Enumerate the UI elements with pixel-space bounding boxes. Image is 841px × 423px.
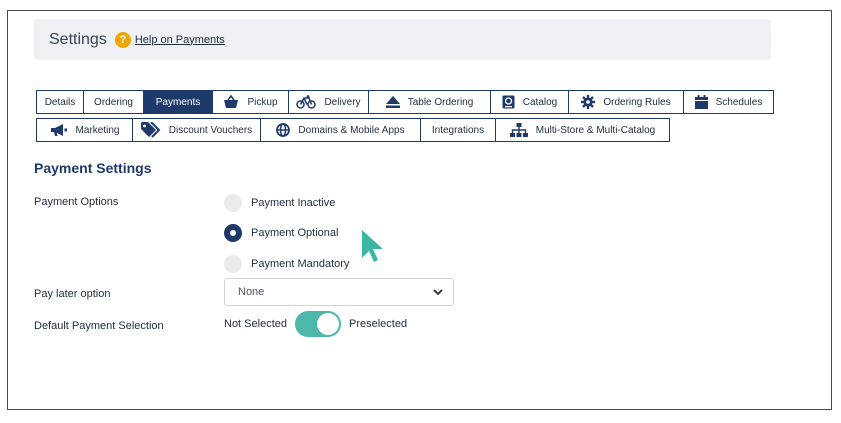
pay-later-select[interactable]: None: [224, 278, 454, 306]
tab-multi-store-multi-catalog[interactable]: Multi-Store & Multi-Catalog: [495, 118, 670, 142]
pay-later-label: Pay later option: [34, 288, 111, 300]
tab-ordering-rules[interactable]: Ordering Rules: [568, 90, 684, 114]
default-selection-label: Default Payment Selection: [34, 320, 164, 332]
tags-icon: [140, 122, 161, 138]
basket-icon: [224, 95, 239, 108]
tabs-row-2: Marketing Discount Vouchers Domains & Mo…: [36, 118, 670, 142]
tab-integrations[interactable]: Integrations: [420, 118, 496, 142]
preselected-toggle[interactable]: [294, 311, 341, 337]
section-title: Payment Settings: [34, 160, 152, 176]
tab-details[interactable]: Details: [36, 90, 84, 114]
help-icon[interactable]: ?: [114, 31, 131, 48]
mouse-cursor-icon: [362, 230, 383, 262]
tab-catalog[interactable]: Catalog: [490, 90, 569, 114]
default-selection-toggle-row: Not Selected Preselected: [224, 311, 407, 337]
tab-label: Details: [44, 96, 76, 108]
cog-icon: [581, 95, 596, 109]
tab-label: Delivery: [324, 96, 361, 108]
tabs-row-1: Details Ordering Payments Pickup Deliver…: [36, 90, 774, 114]
help-link[interactable]: Help on Payments: [135, 34, 225, 46]
radio-label: Payment Optional: [251, 227, 339, 239]
tab-label: Domains & Mobile Apps: [298, 124, 405, 136]
radio-payment-mandatory[interactable]: Payment Mandatory: [224, 255, 349, 273]
globe-icon: [276, 123, 291, 137]
tab-pickup[interactable]: Pickup: [212, 90, 289, 114]
select-value: None: [238, 286, 265, 298]
page-title: Settings: [49, 30, 107, 48]
chevron-down-icon: [433, 289, 443, 296]
tab-table-ordering[interactable]: Table Ordering: [368, 90, 491, 114]
catalog-icon: [502, 95, 515, 109]
tab-label: Pickup: [247, 96, 278, 108]
radio-button[interactable]: [224, 224, 242, 242]
radio-button[interactable]: [224, 255, 242, 273]
tab-label: Ordering Rules: [603, 96, 671, 108]
tab-label: Marketing: [75, 124, 120, 136]
bicycle-icon: [296, 95, 317, 109]
tab-marketing[interactable]: Marketing: [36, 118, 133, 142]
radio-button[interactable]: [224, 194, 242, 212]
tab-label: Ordering: [94, 96, 133, 108]
megaphone-icon: [50, 124, 67, 136]
toggle-on-label: Preselected: [348, 318, 408, 330]
sitemap-icon: [509, 123, 528, 137]
radio-label: Payment Mandatory: [251, 258, 350, 270]
payment-options-label: Payment Options: [34, 196, 119, 208]
tab-label: Table Ordering: [407, 96, 474, 108]
tab-schedules[interactable]: Schedules: [683, 90, 774, 114]
tab-payments[interactable]: Payments: [143, 90, 213, 114]
tab-domains-mobile-apps[interactable]: Domains & Mobile Apps: [260, 118, 421, 142]
calendar-icon: [694, 95, 708, 109]
settings-panel: [7, 10, 832, 410]
tab-label: Multi-Store & Multi-Catalog: [535, 124, 656, 136]
settings-header: Settings ? Help on Payments: [34, 19, 771, 60]
radio-payment-inactive[interactable]: Payment Inactive: [224, 194, 335, 212]
tab-label: Catalog: [522, 96, 558, 108]
tab-label: Schedules: [715, 96, 763, 108]
tab-label: Payments: [155, 96, 201, 108]
tab-label: Integrations: [431, 124, 485, 136]
radio-label: Payment Inactive: [251, 197, 336, 209]
eject-icon: [385, 96, 400, 108]
toggle-off-label: Not Selected: [224, 318, 287, 330]
tab-delivery[interactable]: Delivery: [288, 90, 369, 114]
radio-payment-optional[interactable]: Payment Optional: [224, 224, 338, 242]
tab-discount-vouchers[interactable]: Discount Vouchers: [132, 118, 261, 142]
tab-ordering[interactable]: Ordering: [83, 90, 144, 114]
tab-label: Discount Vouchers: [168, 124, 253, 136]
